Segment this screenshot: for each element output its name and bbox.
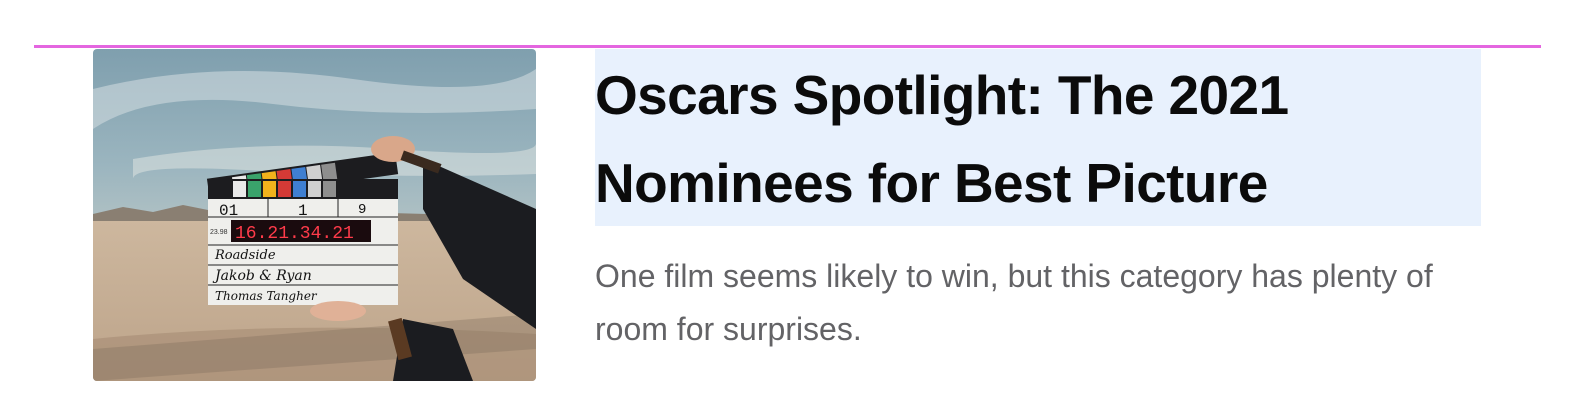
clapper-fps: 23.98 <box>210 229 228 236</box>
clapper-director: Jakob & Ryan <box>212 268 312 284</box>
headline-line: Nominees for Best Picture <box>595 152 1268 214</box>
clapper-roll: 9 <box>358 202 366 218</box>
article-thumbnail[interactable]: 01 1 9 23.98 16.21.34.21 Roadside Jakob … <box>93 49 536 381</box>
clapper-production: Roadside <box>214 248 276 263</box>
clapperboard-photo: 01 1 9 23.98 16.21.34.21 Roadside Jakob … <box>93 49 536 381</box>
summary-line: One film seems likely to win, but this c… <box>595 258 1433 294</box>
article-headline: Oscars Spotlight: The 2021 Nominees for … <box>595 49 1481 227</box>
clapper-scene: 01 <box>219 202 238 220</box>
page: 01 1 9 23.98 16.21.34.21 Roadside Jakob … <box>0 0 1574 410</box>
accent-divider <box>34 45 1541 48</box>
headline-link[interactable]: Oscars Spotlight: The 2021 Nominees for … <box>595 49 1481 226</box>
article-text: Oscars Spotlight: The 2021 Nominees for … <box>595 49 1481 356</box>
summary-line: room for surprises. <box>595 311 862 347</box>
clapper-timecode: 16.21.34.21 <box>235 224 354 244</box>
clapper-camera: Thomas Tangher <box>215 289 318 303</box>
article-summary: One film seems likely to win, but this c… <box>595 250 1481 356</box>
headline-line: Oscars Spotlight: The 2021 <box>595 64 1289 126</box>
clapper-take: 1 <box>298 202 308 220</box>
article-card: 01 1 9 23.98 16.21.34.21 Roadside Jakob … <box>93 49 1481 381</box>
